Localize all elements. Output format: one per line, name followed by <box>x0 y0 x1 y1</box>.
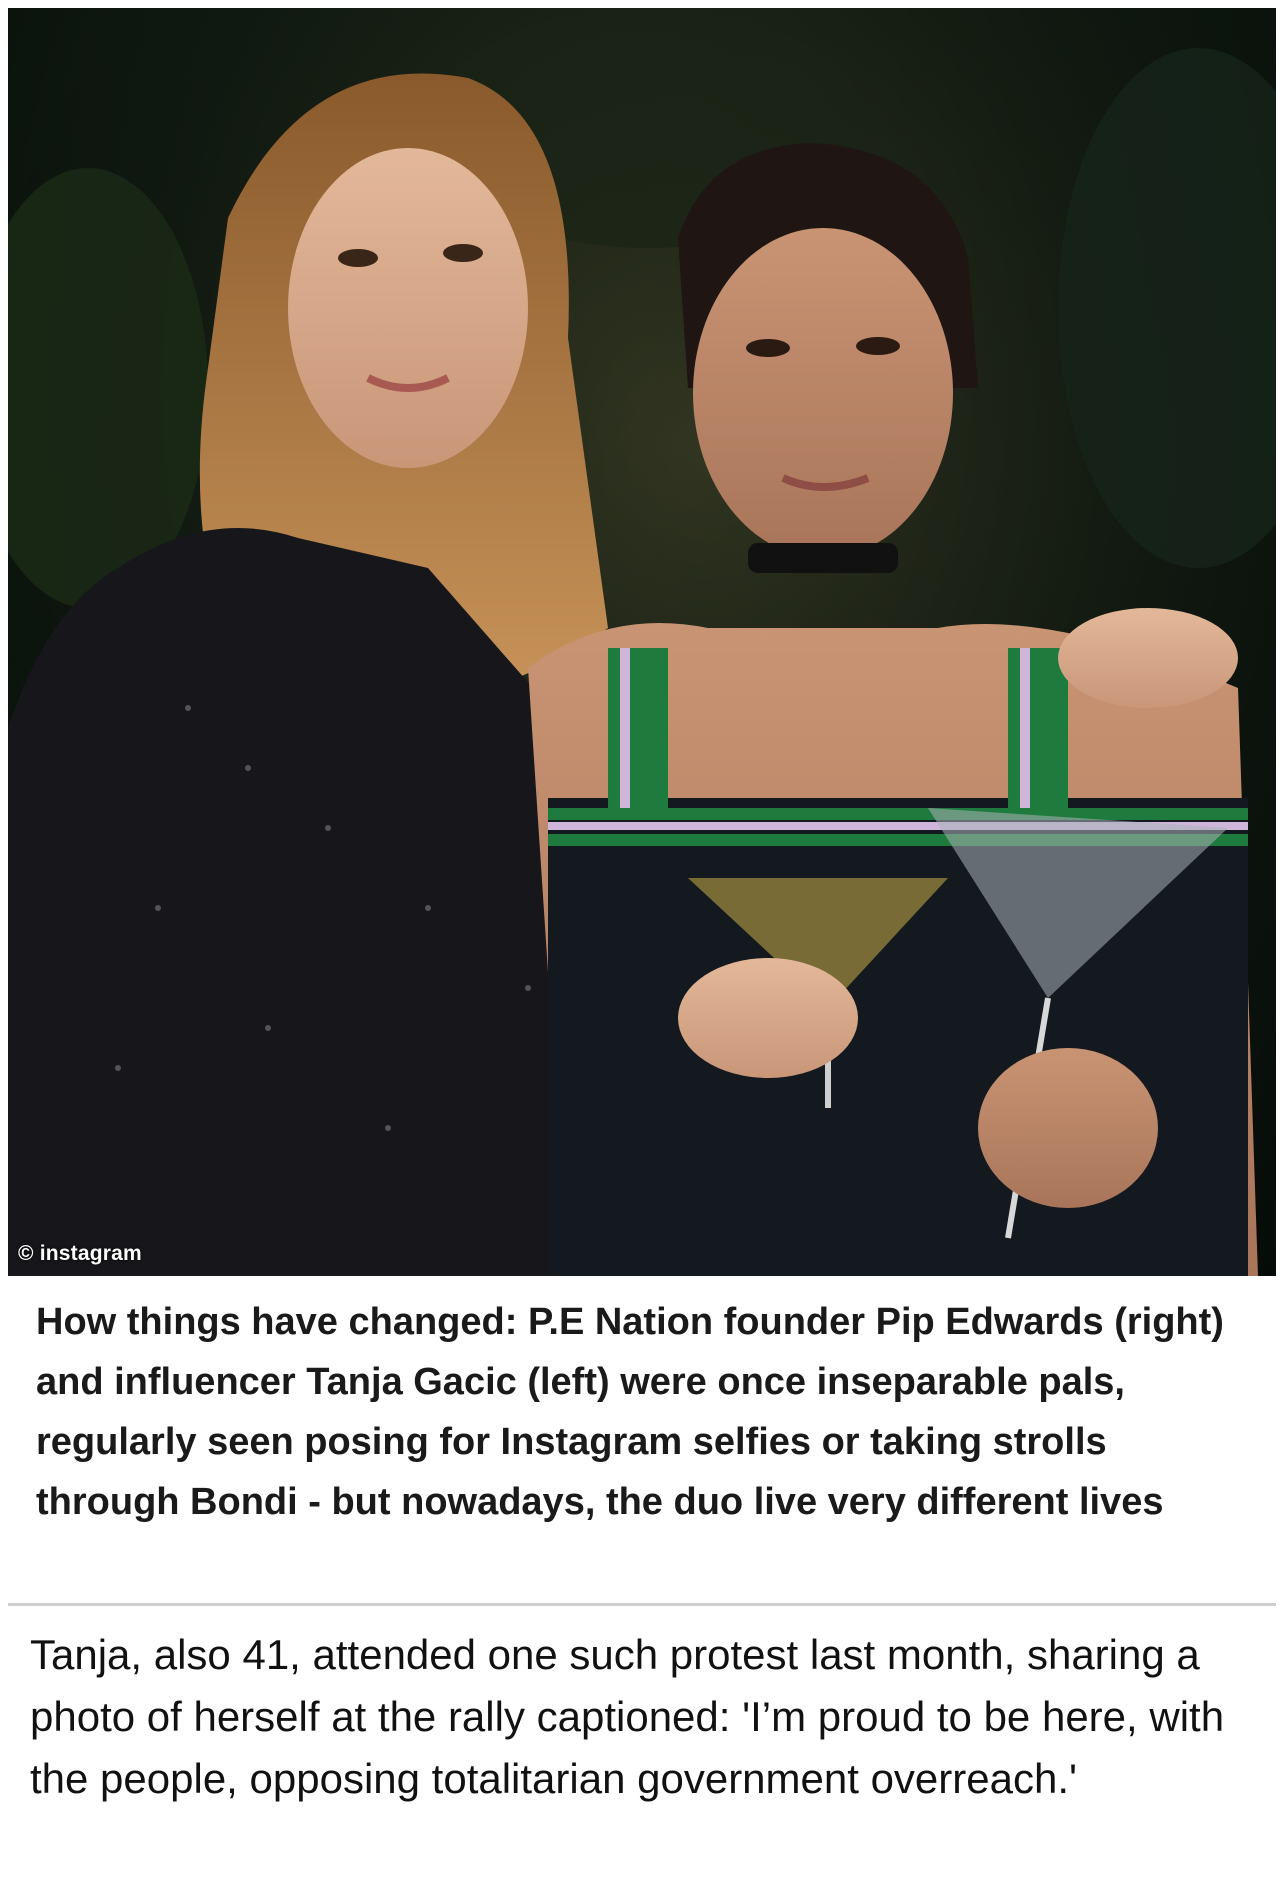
article-photo[interactable]: © instagram <box>8 8 1276 1276</box>
caption-divider <box>8 1603 1276 1606</box>
photo-credit: © instagram <box>18 1242 142 1265</box>
article-page: © instagram How things have changed: P.E… <box>0 0 1284 1890</box>
photo-caption: How things have changed: P.E Nation foun… <box>36 1301 1224 1523</box>
article-paragraph: Tanja, also 41, attended one such protes… <box>30 1631 1225 1802</box>
photo-illustration <box>8 8 1276 1276</box>
